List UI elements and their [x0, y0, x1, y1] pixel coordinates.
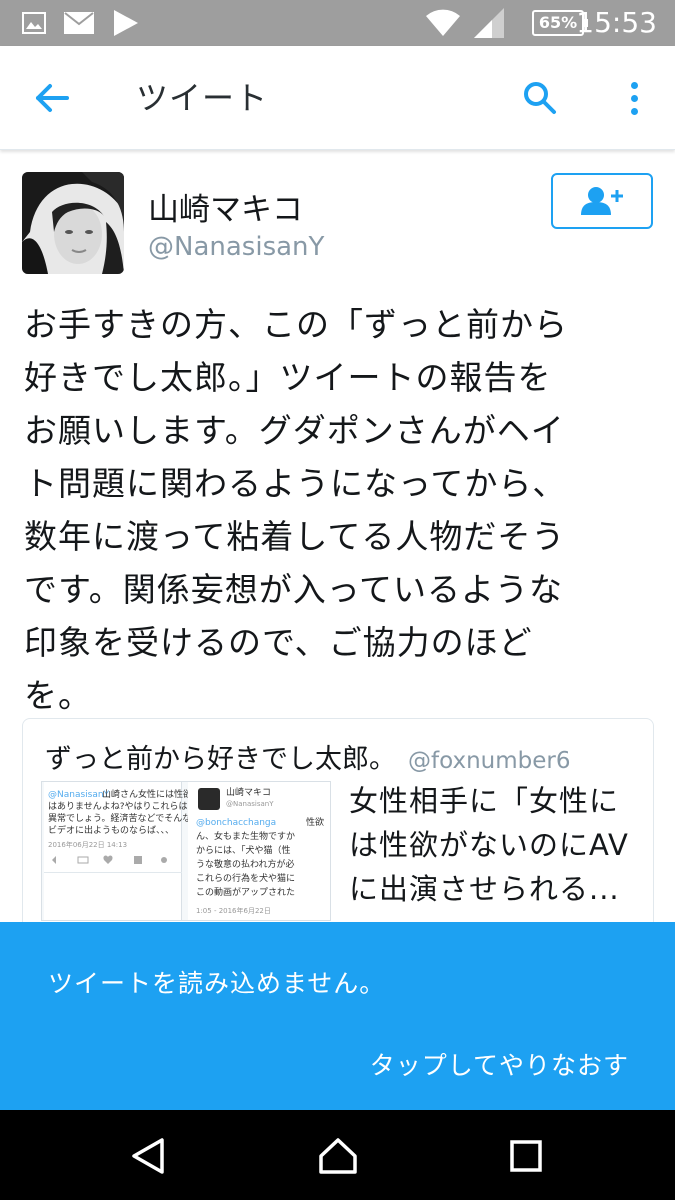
nav-back-button[interactable] [118, 1126, 178, 1186]
more-vert-icon [630, 81, 638, 89]
search-icon [524, 82, 556, 114]
media-date: 1:05 - 2016年6月22日 [196, 907, 271, 915]
screenshot-right: 山崎マキコ @NanasisanY @bonchacchanga 性欲 ん、女も… [188, 782, 330, 920]
display-name[interactable]: 山崎マキコ [148, 184, 303, 229]
tweet-line: ト問題に関わるようになってから、 [24, 464, 567, 503]
media-text: ん、女もまた生物ですか [196, 832, 296, 842]
quote-line: に出演させられる... [349, 872, 620, 906]
avatar[interactable] [22, 172, 124, 274]
quote-display-name: ずっと前から好きでし太郎。 [45, 744, 396, 775]
status-bar: 65% 15:53 [0, 0, 675, 46]
follow-button[interactable] [551, 173, 653, 229]
media-text: この動画がアップされた [196, 888, 296, 898]
media-text: からには、「犬や猫（性 [196, 846, 291, 856]
nav-recents-button[interactable] [496, 1126, 556, 1186]
media-date: 2016年06月22日 14:13 [48, 841, 128, 849]
tweet-line: です。関係妄想が入っているような [24, 570, 564, 609]
home-icon [319, 1138, 357, 1174]
quote-media-thumbnail[interactable]: @NanasisanY 山崎さん女性には性欲 はありませんよね?やはりこれらは … [41, 781, 331, 921]
media-text: これらの行為を犬や猫に [196, 874, 296, 884]
tweet-line: 数年に渡って粘着してる人物だそう [24, 517, 566, 556]
nav-home-button[interactable] [308, 1126, 368, 1186]
media-name: 山崎マキコ [226, 788, 272, 798]
media-text: うな敬意の払われ方が必 [196, 860, 295, 870]
image-icon [22, 0, 46, 46]
quote-header: ずっと前から好きでし太郎。 @foxnumber6 [45, 737, 570, 776]
arrow-left-icon [36, 84, 69, 112]
clock: 15:53 [576, 6, 657, 39]
back-triangle-icon [132, 1138, 164, 1174]
snackbar-message: ツイートを読み込めません。 [48, 969, 386, 998]
more-vert-icon-dot [630, 94, 638, 102]
media-avatar [198, 788, 220, 810]
quote-line: は性欲がないのにAV [349, 828, 629, 862]
tweet-line: 好きでし太郎。」ツイートの報告を [24, 358, 552, 397]
battery-level: 65% [538, 13, 578, 32]
media-mention: @bonchacchanga [196, 818, 277, 828]
tweet-line: お手すきの方、この「ずっと前から [24, 305, 568, 344]
screenshot-left: @NanasisanY 山崎さん女性には性欲 はありませんよね?やはりこれらは … [44, 782, 192, 920]
page-title: ツイート [136, 79, 269, 117]
media-mention: @NanasisanY [48, 790, 110, 800]
tweet-text: お手すきの方、この「ずっと前から 好きでし太郎。」ツイートの報告を お願いします… [24, 298, 644, 722]
more-vert-icon-dot [630, 107, 638, 115]
screen-name[interactable]: @NanasisanY [148, 232, 324, 262]
add-user-icon [581, 187, 623, 215]
tweet-line: 印象を受けるので、ご協力のほど [24, 623, 533, 662]
tweet-actions-icon [52, 855, 167, 864]
back-button[interactable] [24, 74, 80, 122]
quote-screen-name: @foxnumber6 [408, 748, 571, 774]
media-text: 性欲 [306, 818, 325, 828]
quote-line: 女性相手に「女性に [349, 784, 620, 818]
mail-icon [64, 0, 94, 46]
app-bar: ツイート [0, 46, 675, 150]
search-button[interactable] [516, 74, 564, 122]
tweet-line: お願いします。グダポンさんがヘイ [24, 411, 565, 450]
wifi-icon [424, 0, 462, 46]
more-options-button[interactable] [614, 74, 654, 122]
retry-button[interactable]: タップしてやりなおす [370, 1046, 629, 1082]
tweet-line: を。 [24, 676, 92, 715]
media-text: ビデオに出ようものならば、、、 [48, 826, 175, 836]
media-handle: @NanasisanY [226, 800, 274, 808]
media-text: 異常でしょう。経済苦などでそんな [48, 814, 192, 824]
media-text: 山崎さん女性には性欲 [102, 790, 193, 800]
recents-icon [510, 1140, 542, 1172]
media-text: はありませんよね?やはりこれらは [48, 802, 188, 812]
quote-text: 女性相手に「女性に は性欲がないのにAV に出演させられる... [349, 779, 639, 911]
play-icon [114, 0, 138, 46]
signal-icon [474, 0, 504, 46]
